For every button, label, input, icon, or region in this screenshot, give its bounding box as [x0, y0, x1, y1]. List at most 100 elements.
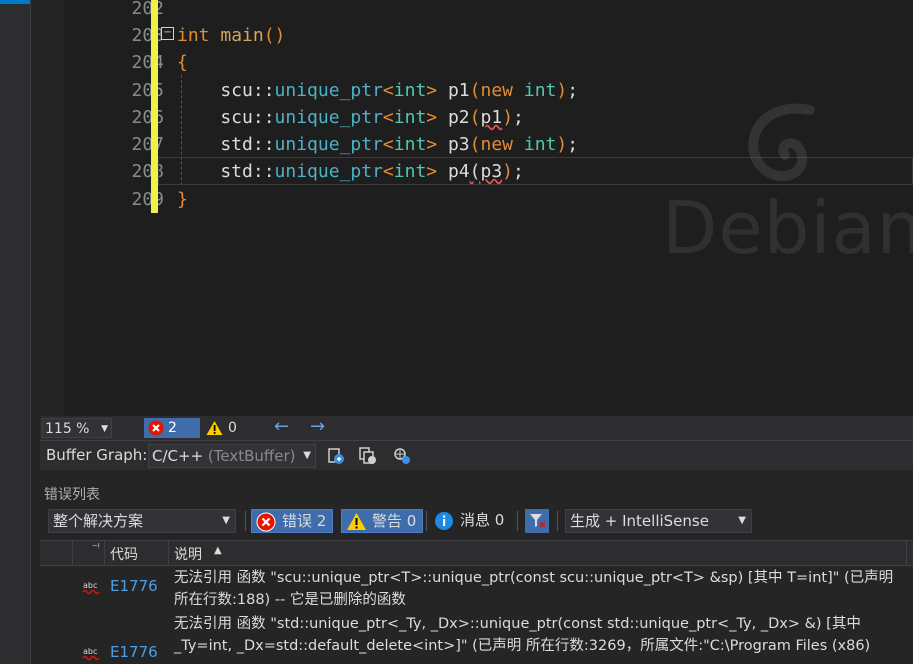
- error-code-link[interactable]: E1776: [110, 577, 158, 595]
- previous-issue-arrow-icon[interactable]: ←: [274, 416, 289, 438]
- column-separator: [906, 541, 907, 565]
- code-token: }: [177, 189, 188, 210]
- info-icon: [435, 512, 453, 530]
- build-filter-value: 生成 + IntelliSense: [570, 512, 709, 530]
- warnings-filter-label: 警告 0: [372, 512, 417, 530]
- code-line: std::unique_ptr<int> p4(p3);: [177, 161, 524, 182]
- collapse-toggle-icon[interactable]: −: [161, 27, 174, 40]
- warning-count-indicator[interactable]: 0: [204, 418, 246, 438]
- code-token: int: [393, 80, 427, 101]
- code-token: ): [556, 134, 568, 155]
- chevron-down-icon: ▼: [738, 515, 746, 526]
- buffer-copy-icon[interactable]: [358, 446, 378, 466]
- buffer-selected-type: (TextBuffer): [203, 447, 296, 465]
- column-header-code[interactable]: 代码: [110, 544, 138, 564]
- code-line: scu::unique_ptr<int> p2(p1);: [177, 107, 524, 128]
- error-table-header: ⁻ⁱ 代码 说明 ▲: [40, 540, 913, 566]
- chevron-down-icon: ▼: [101, 424, 108, 434]
- code-line: scu::unique_ptr<int> p1(new int);: [177, 80, 578, 101]
- code-line: }: [177, 189, 188, 210]
- code-token: ;: [567, 80, 579, 101]
- code-token: {: [177, 52, 188, 73]
- errors-filter-label: 错误 2: [282, 512, 327, 530]
- intellisense-error-icon: abc: [82, 581, 100, 595]
- errors-filter-button[interactable]: 错误 2: [251, 509, 334, 533]
- code-token: (p3: [469, 161, 503, 182]
- code-token: std::: [177, 134, 275, 155]
- code-token: int: [177, 25, 210, 46]
- error-row[interactable]: abc E1776 无法引用 函数 "scu::unique_ptr<T>::u…: [40, 566, 913, 610]
- code-token: int: [393, 107, 427, 128]
- code-token: unique_ptr: [274, 80, 383, 101]
- code-token: ): [502, 161, 514, 182]
- toolbar-separator: [517, 511, 518, 531]
- column-filter-icon[interactable]: ⁻ⁱ: [92, 541, 100, 554]
- code-token: p3: [447, 134, 470, 155]
- code-line: int main(): [177, 25, 285, 46]
- zoom-value: 115 %: [45, 421, 90, 437]
- code-token: p4: [447, 161, 470, 182]
- warning-icon: [347, 513, 366, 530]
- buffer-view-icon[interactable]: [326, 446, 346, 466]
- toolbar-separator: [426, 511, 427, 531]
- code-token: >: [426, 161, 448, 182]
- code-token: ;: [567, 134, 579, 155]
- code-token: (): [263, 25, 286, 46]
- code-token: (: [469, 107, 481, 128]
- code-token: new: [480, 134, 514, 155]
- code-token: int: [523, 80, 557, 101]
- code-editor[interactable]: 202 203 204 205 206 207 208 209 − int main(){ s…: [40, 0, 913, 416]
- filter-funnel-button[interactable]: [525, 509, 549, 533]
- buffer-graph-label: Buffer Graph:: [46, 446, 148, 464]
- error-count: 2: [168, 420, 177, 436]
- code-token: p1: [447, 80, 470, 101]
- error-row[interactable]: abc E1776 无法引用 函数 "std::unique_ptr<_Ty, …: [40, 612, 913, 664]
- code-token: int: [393, 134, 427, 155]
- warnings-filter-button[interactable]: 警告 0: [341, 509, 424, 533]
- code-token: p2: [447, 107, 470, 128]
- code-token: >: [426, 134, 448, 155]
- error-description: 无法引用 函数 "std::unique_ptr<_Ty, _Dx>::uniq…: [174, 616, 871, 654]
- toolbar-separator: [557, 511, 558, 531]
- column-header-description[interactable]: 说明: [174, 544, 202, 564]
- code-token: <: [382, 134, 394, 155]
- code-token: <: [382, 80, 394, 101]
- scope-dropdown[interactable]: 整个解决方案 ▼: [48, 509, 236, 533]
- next-issue-arrow-icon[interactable]: →: [310, 416, 325, 438]
- code-token: <: [382, 107, 394, 128]
- code-token: >: [426, 80, 448, 101]
- panel-divider: [40, 470, 913, 480]
- buffer-graph-bar: Buffer Graph: C/C++ (TextBuffer) ▼: [40, 440, 913, 471]
- editor-status-bar: 115 % ▼ 2 0 ← →: [40, 416, 913, 440]
- code-token: <: [382, 161, 394, 182]
- code-token: ;: [513, 107, 524, 128]
- code-token: int: [393, 161, 427, 182]
- build-intellisense-dropdown[interactable]: 生成 + IntelliSense ▼: [565, 509, 752, 533]
- code-token: unique_ptr: [274, 107, 383, 128]
- column-separator: [72, 541, 73, 565]
- code-token: ;: [513, 161, 524, 182]
- intellisense-error-icon: abc: [82, 647, 100, 661]
- buffer-graph-dropdown[interactable]: C/C++ (TextBuffer) ▼: [148, 444, 316, 468]
- svg-text:abc: abc: [83, 581, 97, 590]
- left-toolstrip: [0, 0, 30, 664]
- code-token: scu::: [177, 80, 275, 101]
- sort-ascending-icon: ▲: [214, 545, 222, 556]
- error-count-indicator[interactable]: 2: [144, 418, 200, 438]
- code-token: unique_ptr: [274, 161, 383, 182]
- column-separator: [104, 541, 105, 565]
- svg-text:abc: abc: [83, 647, 97, 656]
- buffer-graph-icon[interactable]: [392, 446, 412, 466]
- messages-filter-button[interactable]: 消息 0: [430, 509, 510, 533]
- error-description: 无法引用 函数 "scu::unique_ptr<T>::unique_ptr(…: [174, 570, 894, 608]
- toolbar-separator: [245, 511, 246, 531]
- error-icon: [148, 420, 164, 436]
- error-code-link[interactable]: E1776: [110, 643, 158, 661]
- scope-value: 整个解决方案: [53, 512, 144, 530]
- code-line: std::unique_ptr<int> p3(new int);: [177, 134, 578, 155]
- zoom-dropdown[interactable]: 115 % ▼: [42, 418, 112, 438]
- editor-gutter: [40, 0, 64, 416]
